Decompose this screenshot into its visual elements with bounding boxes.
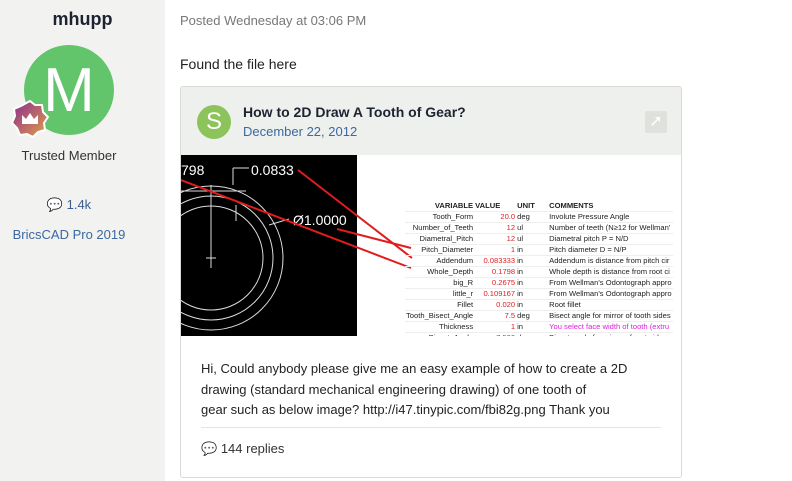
table-cell: Thickness: [405, 321, 475, 333]
col-unit: UNIT: [516, 201, 549, 212]
embed-date: December 22, 2012: [243, 124, 358, 139]
table-cell: Bisect angle for mirror of tooth sides: [548, 310, 673, 322]
author-name[interactable]: mhupp: [0, 9, 165, 30]
table-cell: in: [516, 277, 549, 289]
replies-count[interactable]: 💬 144 replies: [201, 441, 284, 457]
table-cell: 0.2675: [474, 277, 517, 289]
table-cell: Bisect angle for mirror of root sides.: [548, 332, 673, 336]
table-cell: Fillet: [405, 299, 475, 311]
table-cell: Pitch diameter D = N/P: [548, 244, 673, 256]
table-row: Pitch_Diameter 1 in Pitch diameter D = N/P: [405, 244, 673, 256]
table-cell: 0.020: [474, 299, 517, 311]
table-row: Fillet 0.020 in Root fillet: [405, 299, 673, 311]
table-cell: deg: [516, 310, 549, 322]
table-cell: big_R: [405, 277, 475, 289]
table-cell: Addendum is distance from pitch cir: [548, 255, 673, 267]
table-cell: Diametral pitch P = N/D: [548, 233, 673, 245]
table-cell: 12: [474, 222, 517, 234]
table-cell: Tooth_Form: [405, 211, 475, 223]
comment-icon: 💬: [46, 197, 63, 212]
table-cell: deg: [516, 211, 549, 223]
dim-label-b: 0.0833: [251, 162, 294, 178]
table-row: Thickness 1 in You select face width of too…: [405, 321, 673, 333]
body-line: gear such as below image? http://i47.tin…: [201, 402, 610, 417]
embed-body: Hi, Could anybody please give me an easy…: [201, 359, 671, 421]
table-cell: You select face width of tooth (extru: [548, 321, 673, 333]
table-cell: 12: [474, 233, 517, 245]
table-cell: Pitch_Diameter: [405, 244, 475, 256]
table-cell: Number_of_Teeth: [405, 222, 475, 234]
post-timestamp[interactable]: Posted Wednesday at 03:06 PM: [180, 13, 366, 28]
table-row: Whole_Depth 0.1798 in Whole depth is distan…: [405, 266, 673, 278]
table-cell: Addendum: [405, 255, 475, 267]
body-line: Hi, Could anybody please give me an easy…: [201, 361, 628, 376]
table-cell: 7.500: [474, 332, 517, 336]
table-cell: in: [516, 299, 549, 311]
table-row: Bisect_Angle7.500degBisect angle for mir…: [405, 332, 673, 336]
table-cell: Whole depth is distance from root ci: [548, 266, 673, 278]
table-cell: in: [516, 244, 549, 256]
table-cell: in: [516, 288, 549, 300]
post-text: Found the file here: [180, 56, 297, 72]
table-row: Diametral_Pitch 12 ul Diametral pitch P = N…: [405, 233, 673, 245]
embed-header: S How to 2D Draw A Tooth of Gear? Decemb…: [181, 87, 681, 155]
table-row: Tooth_Bisect_Angle 7.5 deg Bisect angle for…: [405, 310, 673, 322]
crown-badge-icon: [11, 100, 49, 138]
table-cell: in: [516, 321, 549, 333]
external-link-icon[interactable]: ➚: [645, 111, 667, 133]
member-rank: Trusted Member: [21, 148, 117, 163]
embed-image: 798 0.0833 Ø1.0000 VARIABLE VALUE UNIT C…: [181, 155, 681, 336]
table-row: Addendum 0.083333 in Addendum is distance f…: [405, 255, 673, 267]
author-sidebar: mhupp M Trusted Member 💬 1.4k BricsCAD P…: [0, 0, 165, 481]
table-cell: From Wellman's Odontograph appro: [548, 277, 673, 289]
table-row: little_r 0.109167 in From Wellman's Odontog…: [405, 288, 673, 300]
table-cell: Number of teeth (N≥12 for Wellman': [548, 222, 673, 234]
table-cell: 7.5: [474, 310, 517, 322]
table-cell: ul: [516, 233, 549, 245]
table-row: Number_of_Teeth 12 ul Number of teeth (N≥12…: [405, 222, 673, 234]
table-cell: Diametral_Pitch: [405, 233, 475, 245]
table-cell: Tooth_Bisect_Angle: [405, 310, 475, 322]
comment-icon: 💬: [201, 441, 218, 456]
variable-table: VARIABLE VALUE UNIT COMMENTS Tooth_Form 2…: [405, 201, 673, 336]
post-count: 💬 1.4k: [46, 197, 92, 212]
table-cell: 1: [474, 244, 517, 256]
table-row: big_R 0.2675 in From Wellman's Odontograph …: [405, 277, 673, 289]
table-cell: 0.083333: [474, 255, 517, 267]
table-cell: Whole_Depth: [405, 266, 475, 278]
table-cell: 1: [474, 321, 517, 333]
table-cell: Root fillet: [548, 299, 673, 311]
embed-title[interactable]: How to 2D Draw A Tooth of Gear?: [243, 104, 466, 120]
embedded-topic-card[interactable]: S How to 2D Draw A Tooth of Gear? Decemb…: [180, 86, 682, 478]
table-cell: Involute Pressure Angle: [548, 211, 673, 223]
table-cell: 20.0: [474, 211, 517, 223]
table-cell: in: [516, 255, 549, 267]
col-variable: VARIABLE: [405, 201, 475, 212]
table-cell: little_r: [405, 288, 475, 300]
embed-avatar[interactable]: S: [197, 105, 231, 139]
dim-label-a: 798: [181, 162, 205, 178]
table-row: Tooth_Form 20.0 deg Involute Pressure Angle: [405, 211, 673, 223]
table-cell: 0.109167: [474, 288, 517, 300]
signature: BricsCAD Pro 2019: [12, 227, 126, 242]
table-cell: in: [516, 266, 549, 278]
table-cell: From Wellman's Odontograph appro: [548, 288, 673, 300]
col-comments: COMMENTS: [548, 201, 673, 212]
table-cell: 0.1798: [474, 266, 517, 278]
col-value: VALUE: [474, 201, 517, 212]
body-line: drawing (standard mechanical engineering…: [201, 381, 587, 397]
divider: [201, 427, 661, 428]
table-cell: Bisect_Angle: [405, 332, 475, 336]
table-cell: ul: [516, 222, 549, 234]
table-cell: deg: [516, 332, 549, 336]
